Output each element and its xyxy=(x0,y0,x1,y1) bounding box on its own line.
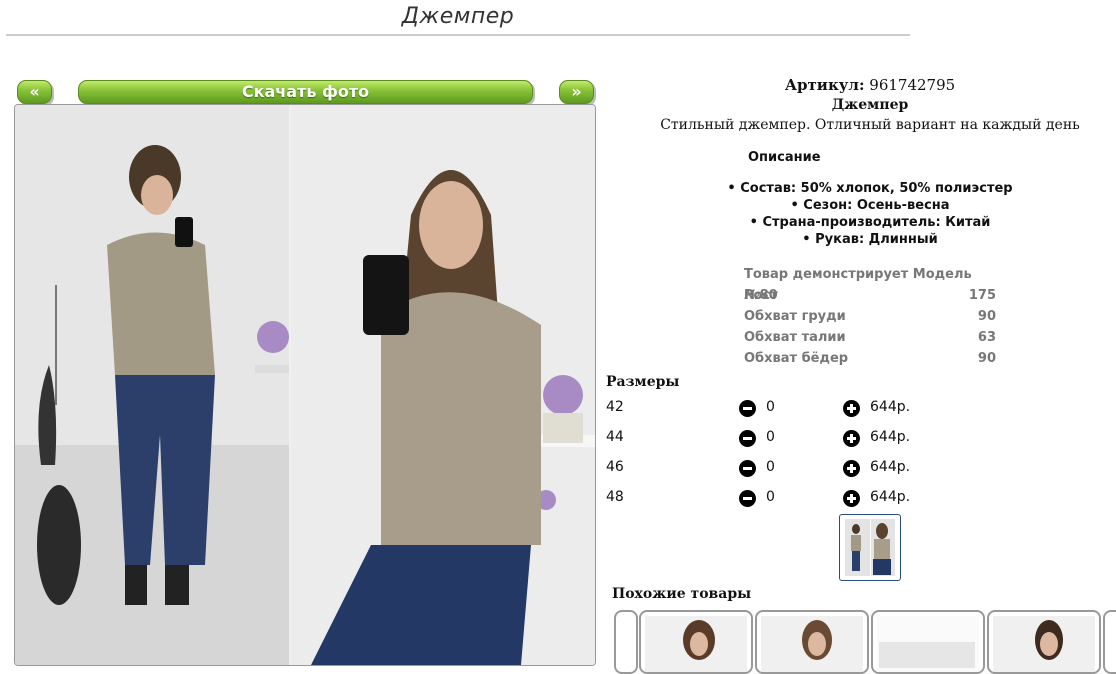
size-label: 44 xyxy=(606,429,624,445)
similar-products-heading: Похожие товары xyxy=(612,586,752,602)
model-value: 63 xyxy=(977,330,996,345)
plus-circle-icon[interactable] xyxy=(843,490,860,507)
size-price: 644р. xyxy=(870,489,911,505)
model-heading: Товар демонстрирует Модель №80 xyxy=(744,267,972,303)
size-label: 42 xyxy=(606,399,624,415)
minus-circle-icon[interactable] xyxy=(739,400,756,417)
model-value: 90 xyxy=(977,309,996,324)
title-divider xyxy=(6,34,910,36)
photo-gallery xyxy=(14,104,596,666)
prev-photo-button[interactable]: « xyxy=(17,80,52,104)
model-label: Обхват талии xyxy=(744,330,846,345)
sizes-heading: Размеры xyxy=(606,374,680,390)
product-short-description: Стильный джемпер. Отличный вариант на ка… xyxy=(660,117,1080,133)
property-composition: • Состав: 50% хлопок, 50% полиэстер xyxy=(727,181,1013,196)
size-row: 42 0 644р. xyxy=(606,399,936,419)
model-label: Обхват бёдер xyxy=(744,351,849,366)
property-country: • Страна-производитель: Китай xyxy=(749,215,991,230)
size-label: 46 xyxy=(606,459,624,475)
product-name: Джемпер xyxy=(831,97,909,113)
product-photo-1[interactable] xyxy=(15,105,289,665)
model-value: 175 xyxy=(968,288,996,303)
size-row: 48 0 644р. xyxy=(606,489,936,509)
size-price: 644р. xyxy=(870,429,911,445)
property-sleeve: • Рукав: Длинный xyxy=(802,232,938,247)
size-quantity: 0 xyxy=(766,399,775,415)
sku-label: Артикул: xyxy=(784,76,865,94)
minus-circle-icon[interactable] xyxy=(739,490,756,507)
model-measurements: Товар демонстрирует Модель №80 Рост 175 О… xyxy=(744,264,996,369)
size-quantity: 0 xyxy=(766,459,775,475)
size-price: 644р. xyxy=(870,459,911,475)
size-row: 46 0 644р. xyxy=(606,459,936,479)
sku-line: Артикул: 961742795 xyxy=(640,76,1100,94)
similar-product-card[interactable] xyxy=(871,610,985,674)
minus-circle-icon[interactable] xyxy=(739,430,756,447)
size-quantity: 0 xyxy=(766,489,775,505)
product-thumbnail[interactable] xyxy=(839,514,901,581)
size-quantity: 0 xyxy=(766,429,775,445)
minus-circle-icon[interactable] xyxy=(739,460,756,477)
property-season: • Сезон: Осень-весна xyxy=(790,198,950,213)
similar-product-card[interactable] xyxy=(1103,610,1116,674)
model-label: Рост xyxy=(744,288,778,303)
download-photo-button[interactable]: Скачать фото xyxy=(78,80,533,104)
plus-circle-icon[interactable] xyxy=(843,400,860,417)
plus-circle-icon[interactable] xyxy=(843,460,860,477)
similar-product-card[interactable] xyxy=(987,610,1101,674)
plus-circle-icon[interactable] xyxy=(843,430,860,447)
next-photo-button[interactable]: » xyxy=(559,80,594,104)
size-price: 644р. xyxy=(870,399,911,415)
model-label: Обхват груди xyxy=(744,309,846,324)
similar-product-card[interactable] xyxy=(755,610,869,674)
page-title: Джемпер xyxy=(401,4,515,29)
product-photo-2[interactable] xyxy=(291,105,595,665)
similar-product-card[interactable] xyxy=(614,610,638,674)
model-value: 90 xyxy=(977,351,996,366)
size-row: 44 0 644р. xyxy=(606,429,936,449)
sku-value: 961742795 xyxy=(869,76,956,94)
description-properties: • Состав: 50% хлопок, 50% полиэстер • Се… xyxy=(700,180,1040,248)
size-label: 48 xyxy=(606,489,624,505)
similar-product-card[interactable] xyxy=(639,610,753,674)
description-heading: Описание xyxy=(748,150,821,165)
